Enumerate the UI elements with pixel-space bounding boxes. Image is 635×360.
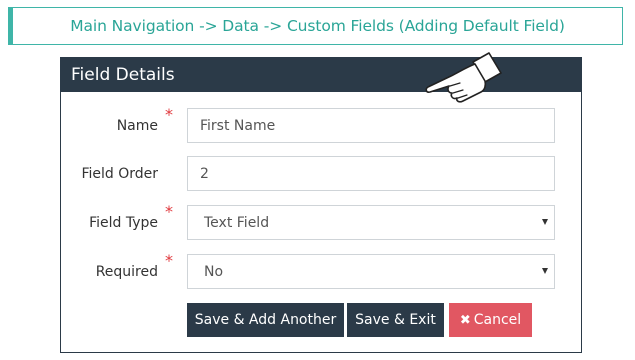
cancel-label: Cancel <box>473 312 522 328</box>
field-type-label: Field Type <box>89 214 158 231</box>
pointing-hand-icon <box>425 52 502 103</box>
field-type-required-marker: * <box>165 202 173 221</box>
breadcrumb: Main Navigation -> Data -> Custom Fields… <box>8 7 623 45</box>
required-row: Required * No <box>61 251 581 289</box>
close-icon: ✖ <box>459 312 471 328</box>
save-exit-button[interactable]: Save & Exit <box>347 303 444 337</box>
required-required-marker: * <box>165 251 173 270</box>
name-input[interactable]: First Name <box>187 108 555 143</box>
caret-down-icon <box>542 219 548 225</box>
panel-header: Field Details <box>61 58 581 92</box>
required-label: Required <box>95 263 158 280</box>
panel-title: Field Details <box>71 65 175 85</box>
field-details-panel: Field Details Name * First Name Field Or… <box>60 57 582 353</box>
save-add-another-button[interactable]: Save & Add Another <box>187 303 344 337</box>
name-label: Name <box>116 117 158 134</box>
cancel-button[interactable]: ✖ Cancel <box>449 303 532 337</box>
required-select[interactable]: No <box>187 254 555 289</box>
caret-down-icon <box>542 268 548 274</box>
field-type-row: Field Type * Text Field <box>61 202 581 240</box>
field-order-label: Field Order <box>81 165 158 182</box>
field-type-value: Text Field <box>204 214 270 231</box>
name-row: Name * First Name <box>61 105 581 143</box>
name-required-marker: * <box>165 105 173 124</box>
save-exit-label: Save & Exit <box>355 312 436 328</box>
save-add-another-label: Save & Add Another <box>194 312 337 328</box>
field-order-row: Field Order 2 <box>61 156 581 191</box>
breadcrumb-text: Main Navigation -> Data -> Custom Fields… <box>70 17 565 35</box>
required-value: No <box>204 263 224 280</box>
field-type-select[interactable]: Text Field <box>187 205 555 240</box>
field-order-input[interactable]: 2 <box>187 156 555 191</box>
